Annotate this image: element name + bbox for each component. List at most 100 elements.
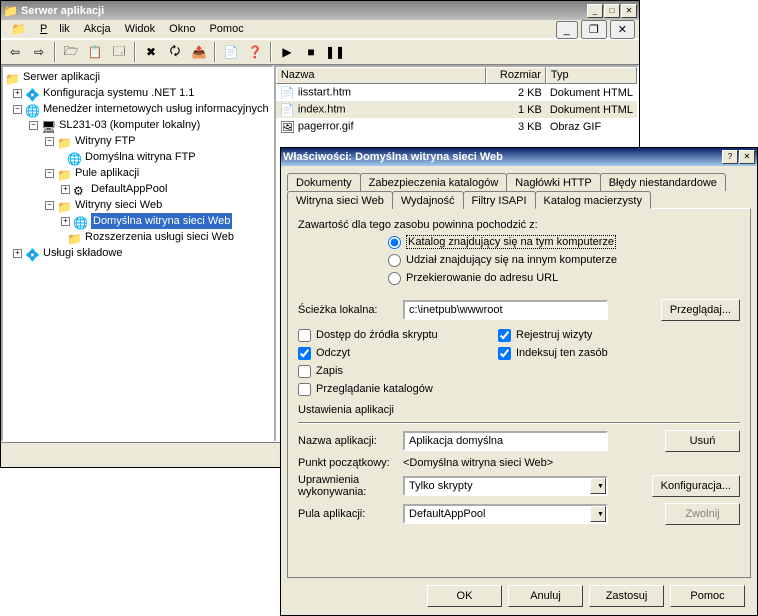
tree-defpool[interactable]: DefaultAppPool <box>91 181 167 197</box>
show-hide-button[interactable]: 📋 <box>84 41 106 63</box>
system-menu-icon[interactable] <box>5 21 32 37</box>
help-button[interactable]: ❓ <box>244 41 266 63</box>
expander[interactable]: + <box>61 217 70 226</box>
tab-website[interactable]: Witryna sieci Web <box>287 191 393 209</box>
exec-perm-combo[interactable]: Tylko skrypty▼ <box>403 476 608 496</box>
app-settings-label: Ustawienia aplikacji <box>298 404 740 416</box>
tree-ftp-default[interactable]: Domyślna witryna FTP <box>85 149 196 165</box>
dropdown-button[interactable]: ▼ <box>590 506 606 522</box>
menu-widok[interactable]: Widok <box>119 22 162 36</box>
up-button[interactable]: 🗁 <box>60 41 82 63</box>
release-button: Zwolnij <box>665 503 740 525</box>
maximize-button[interactable]: □ <box>604 4 620 18</box>
chk-log-visits[interactable] <box>498 329 511 342</box>
export-button[interactable]: 📤 <box>188 41 210 63</box>
menu-akcja[interactable]: Akcja <box>78 22 117 36</box>
list-item[interactable]: iisstart.htm 2 KB Dokument HTML <box>276 84 637 101</box>
help-button[interactable]: Pomoc <box>670 585 745 607</box>
col-size[interactable]: Rozmiar <box>486 67 546 84</box>
mdi-restore-button[interactable]: ❐ <box>581 20 607 39</box>
tree-pane[interactable]: Serwer aplikacji + Konfiguracja systemu .… <box>1 65 274 442</box>
tab-isapi[interactable]: Filtry ISAPI <box>463 191 536 209</box>
tree-compserv[interactable]: Usługi składowe <box>43 245 122 261</box>
tab-control: Dokumenty Zabezpieczenia katalogów Nagłó… <box>287 172 751 578</box>
tree-websites[interactable]: Witryny sieci Web <box>75 197 162 213</box>
tab-body: Zawartość dla tego zasobu powinna pochod… <box>287 208 751 578</box>
expander[interactable]: + <box>61 185 70 194</box>
expander[interactable]: − <box>45 201 54 210</box>
delete-button[interactable]: ✖ <box>140 41 162 63</box>
menu-okno[interactable]: Okno <box>163 22 201 36</box>
chk-index[interactable] <box>498 347 511 360</box>
dropdown-button[interactable]: ▼ <box>590 478 606 494</box>
folder-icon <box>57 199 73 212</box>
delete-button[interactable]: Usuń <box>665 430 740 452</box>
prop2-button[interactable]: 📄 <box>220 41 242 63</box>
expander[interactable]: + <box>13 249 22 258</box>
pause-button[interactable]: ❚❚ <box>324 41 346 63</box>
refresh-button[interactable]: 🗘 <box>164 41 186 63</box>
start-point-value: <Domyślna witryna sieci Web> <box>403 457 553 469</box>
minimize-button[interactable]: _ <box>587 4 603 18</box>
file-icon <box>280 103 296 116</box>
list-item[interactable]: index.htm 1 KB Dokument HTML <box>276 101 637 118</box>
menu-pomoc[interactable]: Pomoc <box>203 22 249 36</box>
chk-read[interactable] <box>298 347 311 360</box>
mdi-minimize-button[interactable]: _ <box>556 21 578 39</box>
cancel-button[interactable]: Anuluj <box>508 585 583 607</box>
file-name: pagerror.gif <box>298 120 354 132</box>
back-button[interactable]: ⇦ <box>4 41 26 63</box>
tab-performance[interactable]: Wydajność <box>392 191 464 209</box>
play-button[interactable]: ▶ <box>276 41 298 63</box>
col-name[interactable]: Nazwa <box>276 67 486 84</box>
tree-pools[interactable]: Pule aplikacji <box>75 165 139 181</box>
chk-script-source[interactable] <box>298 329 311 342</box>
expander[interactable]: − <box>29 121 38 130</box>
folder-icon <box>57 135 73 148</box>
tree-root[interactable]: Serwer aplikacji <box>23 69 100 85</box>
list-item[interactable]: pagerror.gif 3 KB Obraz GIF <box>276 118 637 135</box>
menu-plik[interactable]: Plik <box>34 22 76 36</box>
tab-httpheaders[interactable]: Nagłówki HTTP <box>506 173 600 191</box>
file-size: 1 KB <box>486 104 546 116</box>
chk-script-source-label: Dostęp do źródła skryptu <box>316 329 438 341</box>
config-button[interactable]: Konfiguracja... <box>652 475 740 497</box>
close-button[interactable]: ✕ <box>621 4 637 18</box>
app-pool-combo[interactable]: DefaultAppPool▼ <box>403 504 608 524</box>
dialog-close-button[interactable]: ✕ <box>739 150 755 164</box>
tab-customerrors[interactable]: Błędy niestandardowe <box>600 173 726 191</box>
tree-netcfg[interactable]: Konfiguracja systemu .NET 1.1 <box>43 85 194 101</box>
tree-server[interactable]: SL231-03 (komputer lokalny) <box>59 117 200 133</box>
ok-button[interactable]: OK <box>427 585 502 607</box>
tree-defweb[interactable]: Domyślna witryna sieci Web <box>91 213 232 229</box>
apply-button[interactable]: Zastosuj <box>589 585 664 607</box>
tab-documents[interactable]: Dokumenty <box>287 173 361 191</box>
mdi-close-button[interactable]: ✕ <box>610 20 635 39</box>
radio-local-dir[interactable] <box>388 236 401 249</box>
tab-homedir[interactable]: Katalog macierzysty <box>535 191 651 209</box>
local-path-input[interactable] <box>403 300 608 320</box>
properties-button[interactable]: 🗔 <box>108 41 130 63</box>
expander[interactable]: − <box>13 105 22 114</box>
browse-button[interactable]: Przeglądaj... <box>661 299 740 321</box>
app-name-input[interactable] <box>403 431 608 451</box>
tab-dirsecurity[interactable]: Zabezpieczenia katalogów <box>360 173 508 191</box>
expander[interactable]: + <box>13 89 22 98</box>
forward-button[interactable]: ⇨ <box>28 41 50 63</box>
app-pool-value: DefaultAppPool <box>405 506 590 522</box>
chk-dir-browse[interactable] <box>298 383 311 396</box>
radio-local-dir-label: Katalog znajdujący się na tym komputerze <box>406 235 616 249</box>
stop-button[interactable]: ■ <box>300 41 322 63</box>
tree-webext[interactable]: Rozszerzenia usługi sieci Web <box>85 229 234 245</box>
chk-write[interactable] <box>298 365 311 378</box>
radio-redirect[interactable] <box>388 272 401 285</box>
dialog-help-button[interactable]: ? <box>722 150 738 164</box>
expander[interactable]: − <box>45 169 54 178</box>
dialog-titlebar[interactable]: Właściwości: Domyślna witryna sieci Web … <box>281 148 757 166</box>
tree-iis[interactable]: Menedżer internetowych usług informacyjn… <box>43 101 269 117</box>
radio-share[interactable] <box>388 254 401 267</box>
tree-ftp[interactable]: Witryny FTP <box>75 133 136 149</box>
main-titlebar[interactable]: Serwer aplikacji _ □ ✕ <box>1 1 639 20</box>
expander[interactable]: − <box>45 137 54 146</box>
col-type[interactable]: Typ <box>546 67 637 84</box>
